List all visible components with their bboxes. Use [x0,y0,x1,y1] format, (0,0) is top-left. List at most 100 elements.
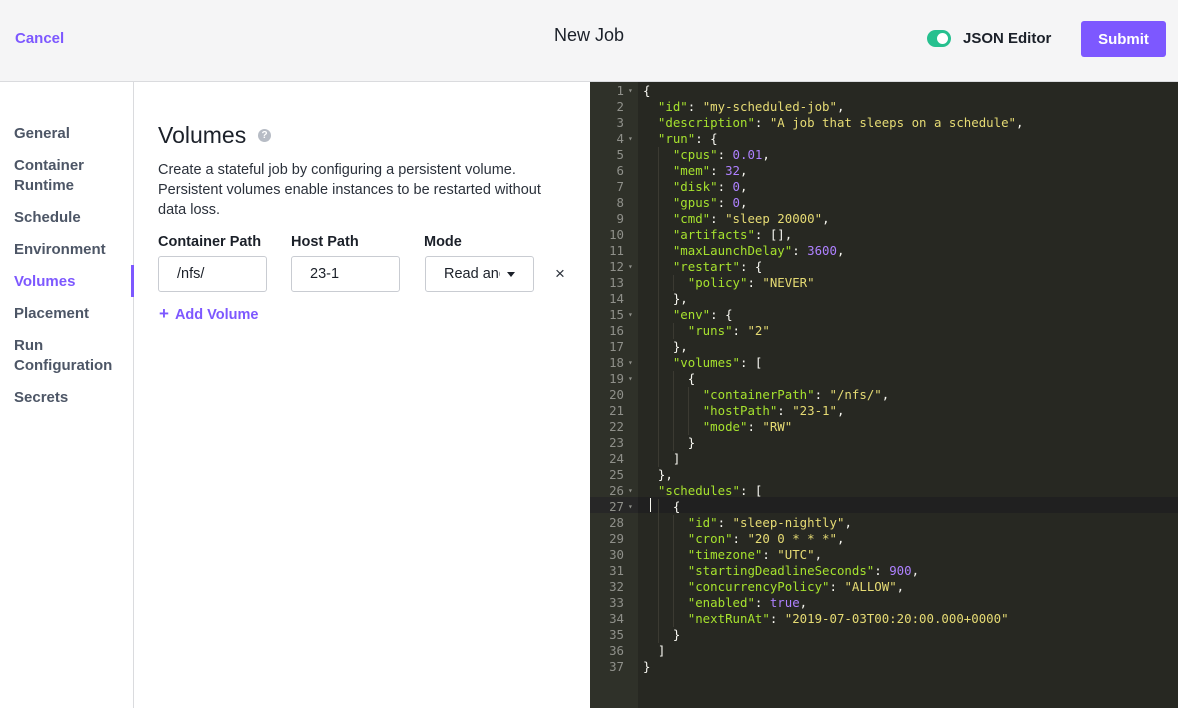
json-punct: : [717,147,733,162]
line-number: 17 [609,339,624,354]
container-path-field[interactable] [158,256,267,292]
json-punct [643,547,688,562]
json-key: "cmd" [672,211,711,226]
fold-arrow-icon[interactable]: ▾ [628,371,633,387]
sidebar-item-container-runtime[interactable]: Container Runtime [14,156,124,196]
code-text: "startingDeadlineSeconds": 900, [643,563,919,579]
fold-arrow-icon[interactable]: ▾ [628,499,633,515]
indent-guide [657,595,659,611]
indent-guide [657,163,659,179]
indent-guide [672,579,674,595]
code-line: 21 "hostPath": "23-1", [590,403,1178,419]
line-number: 24 [609,451,624,466]
line-number: 35 [609,627,624,642]
code-line: 24 ] [590,451,1178,467]
sidebar-item-placement[interactable]: Placement [14,304,124,324]
json-key: "volumes" [672,355,740,370]
json-punct [643,595,688,610]
code-text: ] [643,643,665,659]
line-number: 23 [609,435,624,450]
line-number: 6 [616,163,624,178]
line-number: 21 [609,403,624,418]
section-title: Volumes [158,122,247,148]
code-line: 15 ▾ "env": { [590,307,1178,323]
json-punct: : [777,403,793,418]
json-punct: , [836,243,845,258]
indent-guide [657,563,659,579]
indent-guide [657,451,659,467]
code-text: "cpus": 0.01, [643,147,770,163]
json-key: "gpus" [672,195,718,210]
host-path-field[interactable] [291,256,400,292]
sidebar-item-secrets[interactable]: Secrets [14,388,124,408]
fold-arrow-icon[interactable]: ▾ [628,83,633,99]
indent-guide [672,419,674,435]
code-line: 2 "id": "my-scheduled-job", [590,99,1178,115]
json-punct: , [896,579,905,594]
submit-button[interactable]: Submit [1081,21,1166,57]
indent-guide [672,563,674,579]
code-line: 27 ▾ { [590,499,1178,515]
json-punct: : { [695,131,718,146]
json-punct: : [], [754,227,793,242]
json-number: 0.01 [732,147,763,162]
indent-guide [672,435,674,451]
json-number: true [769,595,800,610]
code-text: }, [643,467,673,483]
mode-select[interactable]: Read and Write [425,256,534,292]
json-string: "20 0 * * *" [747,531,837,546]
help-icon[interactable]: ? [258,129,271,142]
json-punct: , [1016,115,1024,130]
indent-guide [657,403,659,419]
json-key: "hostPath" [702,403,778,418]
code-line: 29 "cron": "20 0 * * *", [590,531,1178,547]
json-string: "RW" [762,419,793,434]
remove-volume-icon[interactable]: × [555,264,565,284]
json-punct: , [836,531,845,546]
sidebar-item-environment[interactable]: Environment [14,240,124,260]
indent-guide [657,435,659,451]
host-path-input[interactable] [310,266,381,282]
code-line: 20 "containerPath": "/nfs/", [590,387,1178,403]
mode-label: Mode [424,234,462,250]
json-punct: { [643,83,651,98]
indent-guide [657,259,659,275]
json-editor-label: JSON Editor [963,30,1052,47]
code-line: 11 "maxLaunchDelay": 3600, [590,243,1178,259]
json-editor-toggle[interactable] [927,30,951,47]
fold-arrow-icon[interactable]: ▾ [628,259,633,275]
fold-arrow-icon[interactable]: ▾ [628,307,633,323]
json-punct: { [672,499,681,514]
json-editor[interactable]: 1 ▾{2 "id": "my-scheduled-job", 3 "descrip… [590,82,1178,708]
indent-guide [687,419,689,435]
json-key: "runs" [687,323,733,338]
code-text: "runs": "2" [643,323,770,339]
json-key: "concurrencyPolicy" [687,579,830,594]
line-number: 37 [609,659,624,674]
container-path-input[interactable] [177,266,248,282]
sidebar-nav: General Container Runtime Schedule Envir… [0,82,134,708]
json-punct: , [911,563,920,578]
code-text: "artifacts": [], [643,227,792,243]
chevron-down-icon [507,272,515,277]
section-description: Create a stateful job by configuring a p… [158,162,541,218]
json-string: "/nfs/" [829,387,882,402]
sidebar-item-volumes[interactable]: Volumes [14,272,124,292]
fold-arrow-icon[interactable]: ▾ [628,131,633,147]
json-punct: : [754,595,770,610]
cancel-link[interactable]: Cancel [15,30,64,47]
fold-arrow-icon[interactable]: ▾ [628,355,633,371]
indent-guide [657,179,659,195]
sidebar-item-run-configuration[interactable]: Run Configuration [14,336,124,376]
json-punct: : [762,547,778,562]
code-line: 36 ] [590,643,1178,659]
sidebar-item-general[interactable]: General [14,124,124,144]
sidebar-item-schedule[interactable]: Schedule [14,208,124,228]
json-key: "nextRunAt" [687,611,770,626]
line-number: 26 [609,483,624,498]
line-number: 34 [609,611,624,626]
json-string: "NEVER" [762,275,815,290]
fold-arrow-icon[interactable]: ▾ [628,483,633,499]
code-line: 37} [590,659,1178,675]
add-volume-button[interactable]: + Add Volume [159,304,258,324]
